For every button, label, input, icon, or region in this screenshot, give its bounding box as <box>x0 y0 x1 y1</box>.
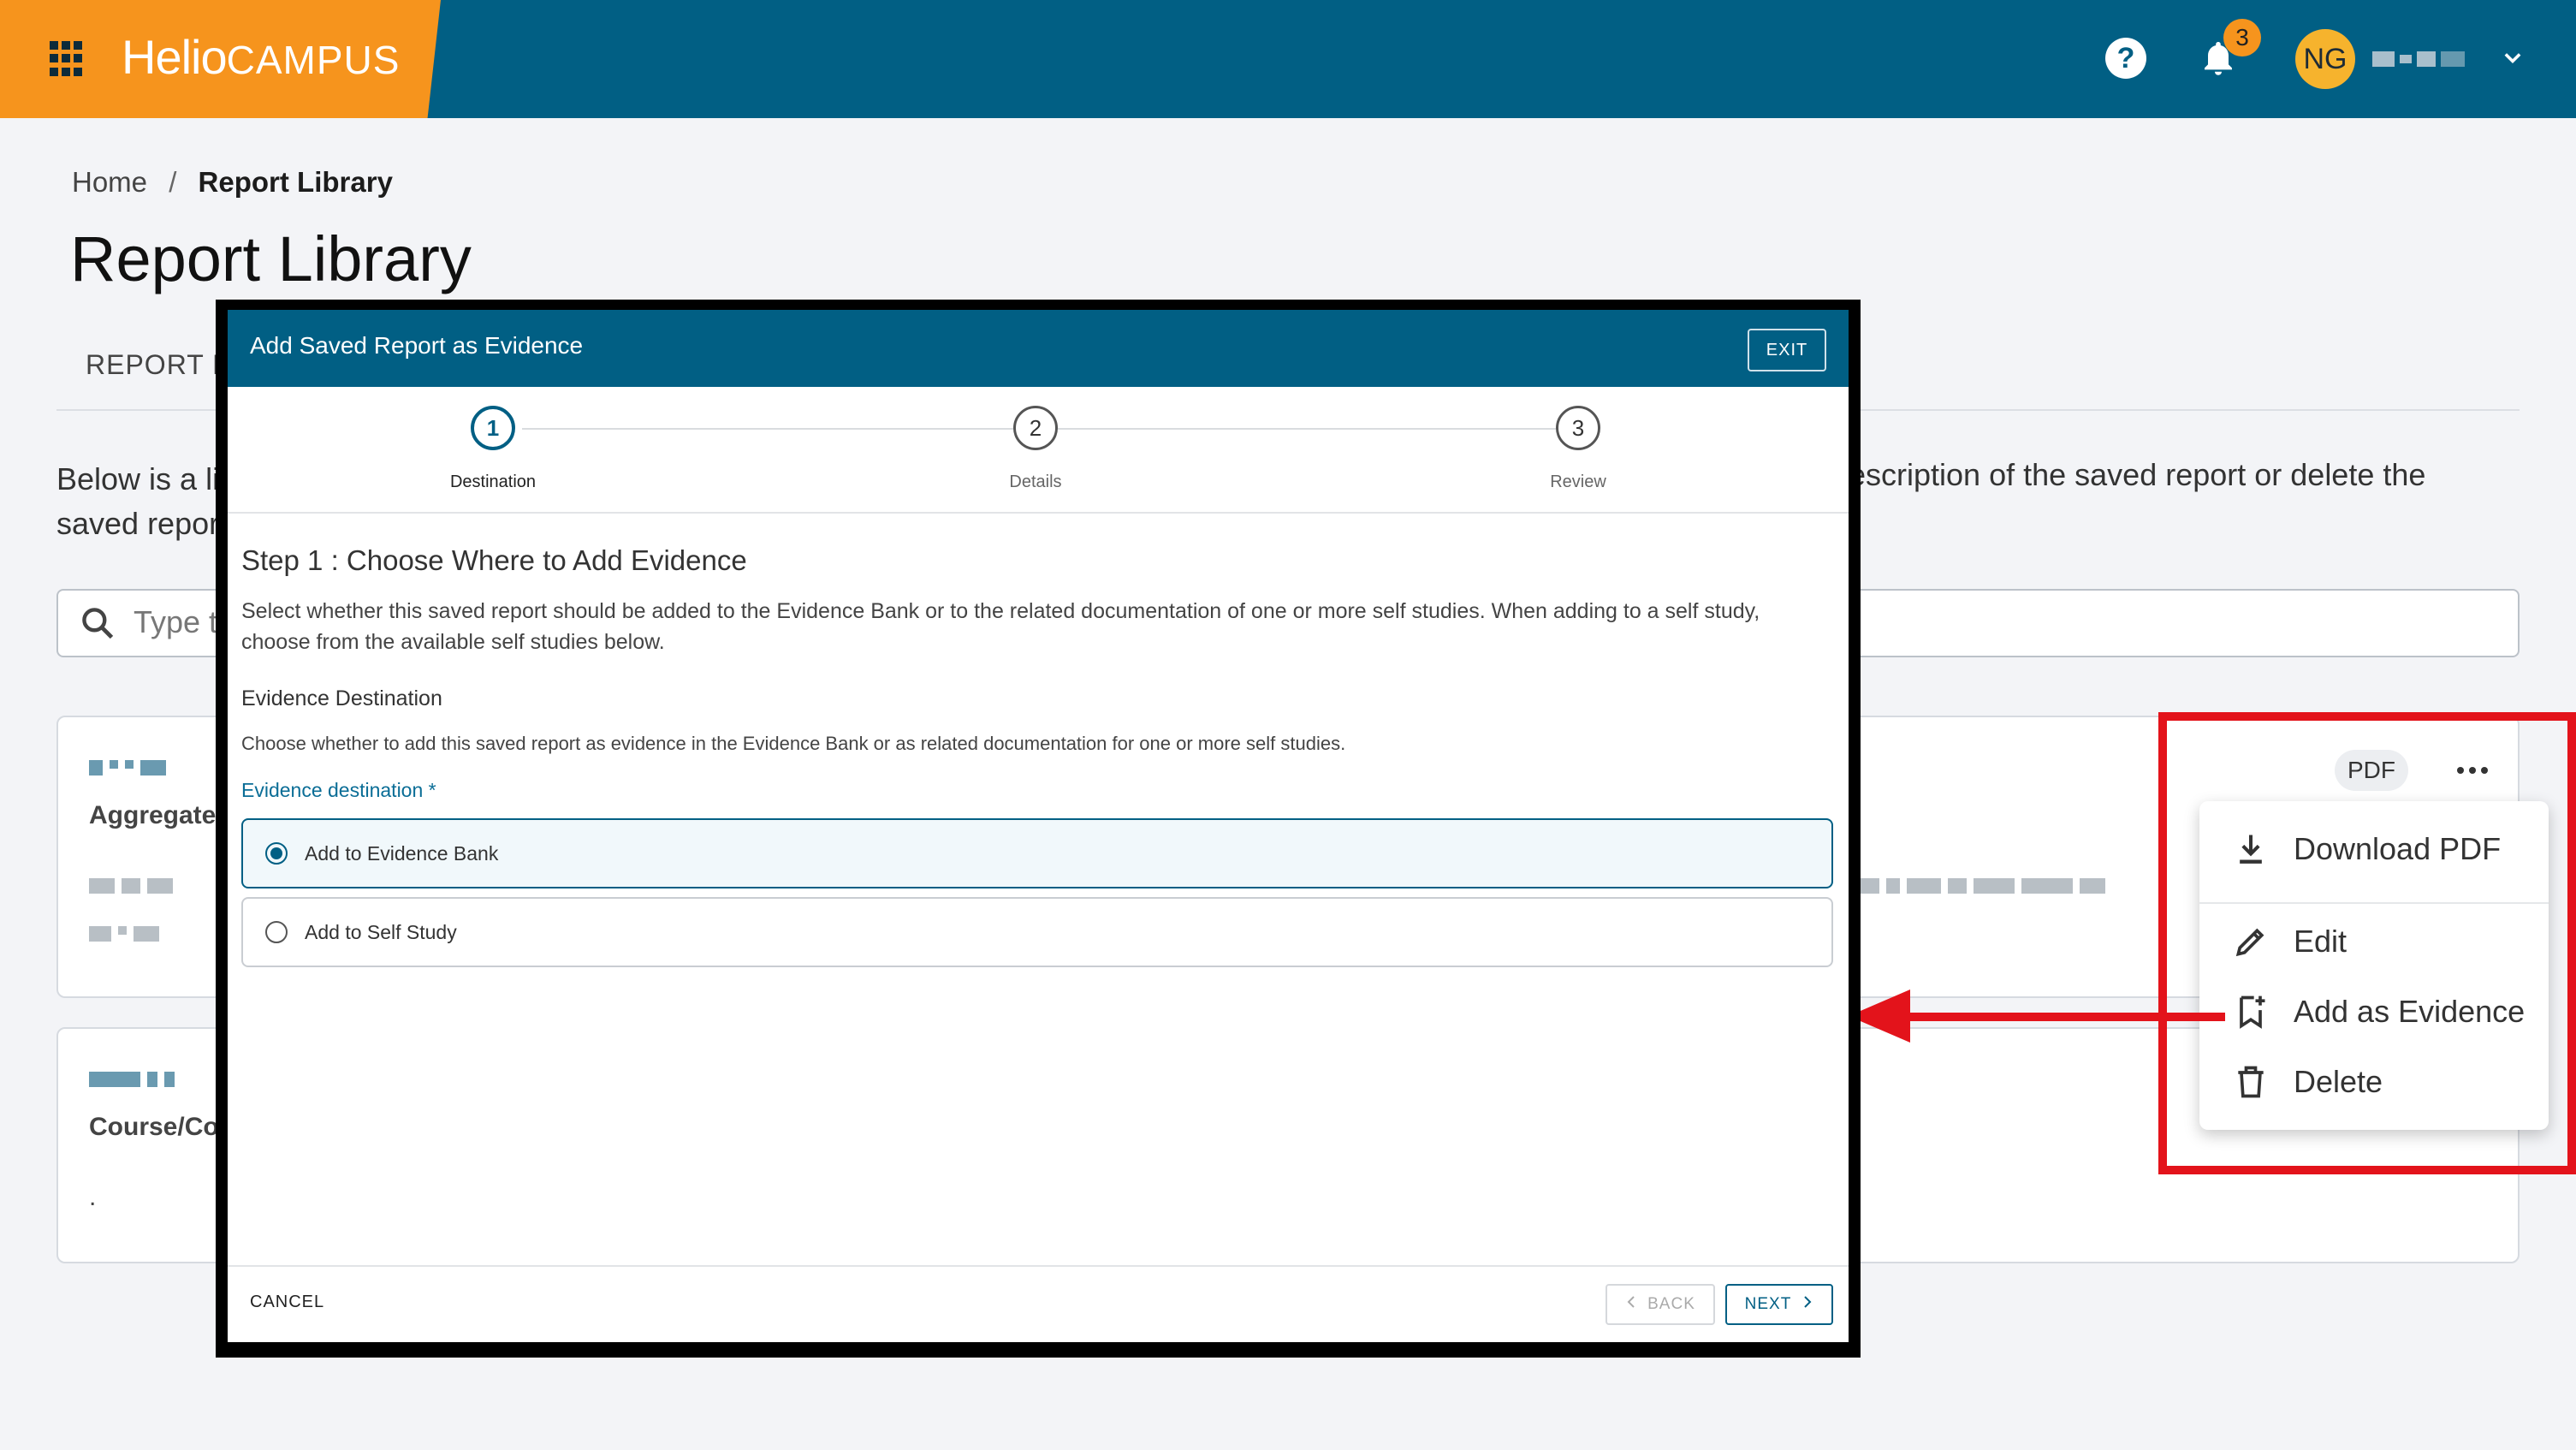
back-button[interactable]: BACK <box>1606 1284 1715 1325</box>
exit-button[interactable]: EXIT <box>1748 329 1826 371</box>
help-icon[interactable]: ? <box>2105 38 2146 79</box>
menu-item-download-pdf[interactable]: Download PDF <box>2199 815 2549 883</box>
radio-add-to-self-study[interactable]: Add to Self Study <box>241 897 1833 967</box>
next-button[interactable]: NEXT <box>1725 1284 1833 1325</box>
breadcrumb: Home / Report Library <box>72 166 393 199</box>
step-heading: Step 1 : Choose Where to Add Evidence <box>241 544 747 576</box>
stepper-divider <box>228 512 1849 514</box>
section-title: Evidence Destination <box>241 686 442 710</box>
user-name-redacted <box>2372 48 2468 70</box>
bookmark-add-icon <box>2230 991 2271 1032</box>
menu-item-label: Edit <box>2294 924 2347 959</box>
chevron-down-icon[interactable] <box>2501 46 2525 70</box>
radio-add-to-evidence-bank[interactable]: Add to Evidence Bank <box>241 818 1833 888</box>
menu-item-label: Delete <box>2294 1064 2383 1099</box>
breadcrumb-separator: / <box>169 166 177 198</box>
notification-count: 3 <box>2235 24 2249 51</box>
radio-label: Add to Evidence Bank <box>305 841 499 865</box>
evidence-destination-label: Evidence destination * <box>241 779 436 801</box>
chevron-left-icon <box>1625 1295 1637 1314</box>
step-description: Select whether this saved report should … <box>241 599 1760 654</box>
logo-part-1: Helio <box>122 30 228 84</box>
radio-label: Add to Self Study <box>305 920 457 943</box>
radio-unselected-indicator[interactable] <box>265 921 288 943</box>
section-description: Choose whether to add this saved report … <box>241 733 1346 754</box>
report-title-redacted <box>89 760 166 776</box>
radio-selected-indicator[interactable] <box>265 842 288 865</box>
pencil-icon <box>2230 921 2271 962</box>
report-description: . <box>89 1183 97 1211</box>
breadcrumb-current: Report Library <box>198 166 393 198</box>
next-label: NEXT <box>1744 1295 1792 1313</box>
back-label: BACK <box>1647 1295 1695 1313</box>
step-3-indicator[interactable]: 3 <box>1556 406 1600 450</box>
report-subtitle: Course/Co- <box>89 1113 228 1141</box>
step-2-label: Details <box>1009 472 1062 491</box>
report-description-redacted-right <box>1857 878 2105 894</box>
tab-report-library[interactable]: REPORT LI <box>86 349 237 381</box>
download-icon <box>2230 829 2271 870</box>
notification-badge: 3 <box>2223 19 2261 56</box>
step-3-label: Review <box>1550 472 1606 491</box>
modal-footer-divider <box>228 1265 1849 1267</box>
report-meta-redacted <box>89 926 159 942</box>
report-subtitle: Aggregate / <box>89 801 231 829</box>
trash-icon <box>2230 1061 2271 1102</box>
chevron-right-icon <box>1801 1295 1813 1314</box>
menu-item-add-as-evidence[interactable]: Add as Evidence <box>2199 978 2549 1046</box>
search-placeholder: Type t <box>134 604 218 639</box>
apps-grid-icon[interactable] <box>50 41 82 77</box>
menu-divider <box>2199 902 2549 904</box>
step-1-indicator[interactable]: 1 <box>471 406 515 450</box>
menu-item-edit[interactable]: Edit <box>2199 907 2549 976</box>
report-title-redacted <box>89 1072 175 1087</box>
breadcrumb-home[interactable]: Home <box>72 166 147 198</box>
report-description-redacted <box>89 878 173 894</box>
step-2-indicator[interactable]: 2 <box>1013 406 1058 450</box>
menu-item-label: Add as Evidence <box>2294 994 2526 1029</box>
page-description-continued: escription of the saved report or delete… <box>1849 457 2426 492</box>
search-icon <box>79 604 116 642</box>
page-title: Report Library <box>70 223 472 294</box>
context-menu: Download PDF Edit Add as Evidence Delete <box>2199 801 2549 1130</box>
logo-part-2: CAMPUS <box>226 38 401 82</box>
menu-item-label: Download PDF <box>2294 831 2502 866</box>
menu-item-delete[interactable]: Delete <box>2199 1048 2549 1116</box>
modal-title: Add Saved Report as Evidence <box>250 332 584 359</box>
red-arrow-annotation <box>1849 989 2225 1043</box>
helio-campus-logo[interactable]: Helio CAMPUS <box>122 29 400 89</box>
help-icon-glyph: ? <box>2116 41 2135 74</box>
cancel-button[interactable]: CANCEL <box>250 1293 324 1312</box>
user-avatar[interactable]: NG <box>2295 29 2355 89</box>
user-initials: NG <box>2303 42 2347 75</box>
step-1-label: Destination <box>449 472 537 491</box>
